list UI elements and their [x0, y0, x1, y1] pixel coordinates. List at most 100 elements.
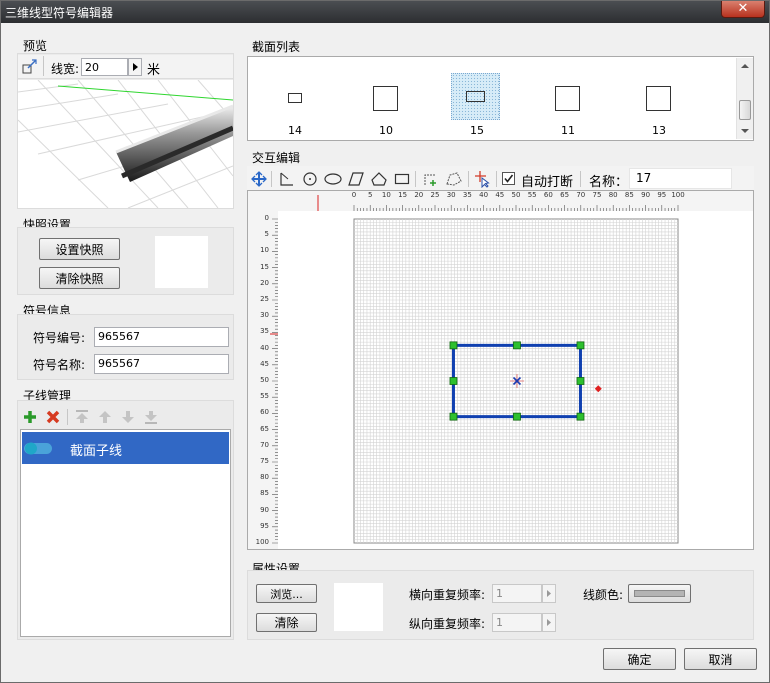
ruler-tick-label: 55: [260, 392, 269, 401]
auto-break-checkbox[interactable]: [502, 172, 515, 185]
anchor-point-icon[interactable]: [474, 170, 490, 188]
select-move-icon[interactable]: [251, 171, 267, 187]
move-up-icon[interactable]: [97, 409, 113, 425]
ruler-tick-label: 65: [560, 191, 570, 199]
ruler-tick-label: 70: [260, 440, 269, 449]
edit-vertex-icon[interactable]: [445, 171, 463, 187]
shape-name-label: 名称：: [589, 175, 629, 190]
line-width-spin-button[interactable]: [128, 58, 142, 76]
draw-polyline-icon[interactable]: [279, 171, 295, 187]
ruler-tick-label: 5: [264, 230, 269, 239]
view-reset-icon[interactable]: [22, 59, 38, 75]
delete-subline-icon[interactable]: [45, 409, 61, 425]
browse-button[interactable]: 浏览...: [256, 584, 317, 603]
line-width-input[interactable]: 20: [81, 58, 128, 76]
scrollbar-thumb[interactable]: [739, 100, 751, 120]
symbol-name-label: 符号名称:: [33, 358, 86, 372]
subline-list-item[interactable]: 截面子线: [22, 432, 229, 464]
texture-preview: [334, 583, 383, 631]
arrow-right-icon: [547, 590, 551, 597]
section-list-scrollbar[interactable]: [736, 58, 753, 139]
section-item-label[interactable]: 11: [561, 124, 575, 137]
ruler-tick-label: 20: [414, 191, 424, 199]
ruler-tick-label: 30: [446, 191, 456, 199]
section-item-selected[interactable]: [451, 73, 500, 120]
ruler-tick-label: 95: [260, 521, 269, 530]
shape-name-input[interactable]: 17: [629, 168, 732, 189]
clear-texture-button[interactable]: 清除: [256, 613, 317, 632]
ruler-tick-label: 50: [511, 191, 521, 199]
draw-ellipse-icon[interactable]: [324, 171, 342, 187]
ruler-tick-label: 100: [671, 191, 685, 199]
h-repeat-input[interactable]: 1: [492, 584, 542, 603]
v-repeat-input[interactable]: 1: [492, 613, 542, 632]
ruler-tick-label: 25: [260, 295, 269, 303]
ruler-tick-label: 85: [624, 191, 634, 199]
section-item-label[interactable]: 14: [288, 124, 302, 137]
ruler-tick-label: 55: [527, 191, 537, 199]
move-down-icon[interactable]: [120, 409, 136, 425]
line-color-button[interactable]: [628, 584, 691, 603]
draw-rectangle-icon[interactable]: [394, 171, 410, 187]
preview-3d-viewport[interactable]: [18, 80, 233, 208]
subline-item-label: 截面子线: [70, 444, 123, 459]
section-item-label[interactable]: 10: [379, 124, 393, 137]
draw-circle-icon[interactable]: [302, 171, 318, 187]
line-color-label: 线颜色:: [583, 588, 624, 602]
ruler-tick-label: 75: [260, 457, 269, 465]
section-list[interactable]: 14 10 15 11 13: [247, 56, 754, 141]
auto-break-label: 自动打断: [521, 175, 574, 190]
ruler-tick-label: 45: [260, 359, 269, 368]
v-repeat-spin-button[interactable]: [542, 613, 556, 632]
ruler-tick-label: 100: [255, 538, 269, 546]
checkmark-icon: [504, 174, 514, 183]
section-item-label[interactable]: 15: [470, 124, 484, 137]
close-button[interactable]: ✕: [721, 1, 765, 18]
ruler-tick-label: 75: [592, 191, 602, 199]
ok-button[interactable]: 确定: [603, 648, 676, 670]
arrow-right-icon: [133, 63, 138, 71]
line-width-label: 线宽:: [51, 62, 80, 76]
arrow-right-icon: [547, 619, 551, 626]
scroll-up-icon[interactable]: [740, 62, 750, 70]
section-item-label[interactable]: 13: [652, 124, 666, 137]
move-top-icon[interactable]: [74, 409, 90, 425]
ruler-tick-label: 35: [462, 191, 472, 199]
ruler-tick-label: 5: [367, 191, 373, 199]
symbol-id-label: 符号编号:: [33, 331, 86, 345]
preview-3d-scene: [18, 80, 233, 208]
tube-line-icon: [24, 442, 52, 455]
move-bottom-icon[interactable]: [143, 409, 159, 425]
h-repeat-spin-button[interactable]: [542, 584, 556, 603]
ruler-tick-label: 80: [608, 191, 618, 199]
ruler-tick-label: 20: [260, 278, 269, 287]
add-subline-icon[interactable]: [22, 409, 38, 425]
ruler-tick-label: 40: [479, 191, 489, 199]
symbol-name-input[interactable]: 965567: [94, 354, 229, 374]
draw-parallelogram-icon[interactable]: [348, 171, 364, 187]
ruler-tick-label: 70: [576, 191, 586, 199]
draw-polygon-icon[interactable]: [371, 171, 387, 187]
edit-canvas[interactable]: 0 0 5 5 10 10 15 15 20 20 25 25 30 30 35 35 40 40 45 45 50 50…: [247, 190, 754, 550]
cancel-button[interactable]: 取消: [684, 648, 757, 670]
v-repeat-label: 纵向重复频率:: [409, 617, 486, 631]
title-bar[interactable]: 三维线型符号编辑器 ✕: [1, 1, 769, 23]
symbol-id-input[interactable]: 965567: [94, 327, 229, 347]
set-snapshot-button[interactable]: 设置快照: [39, 238, 120, 260]
preview-group-label: 预览: [23, 39, 48, 53]
ruler-tick-label: 15: [260, 262, 269, 271]
scroll-down-icon[interactable]: [740, 127, 750, 135]
ruler-tick-label: 0: [351, 191, 357, 199]
ruler-tick-label: 30: [260, 311, 269, 320]
interactive-group-label: 交互编辑: [252, 151, 301, 165]
h-repeat-label: 横向重复频率:: [409, 588, 486, 602]
ruler-tick-label: 0: [264, 214, 269, 222]
ruler-tick-label: 90: [641, 191, 651, 199]
ruler-tick-label: 60: [543, 191, 553, 199]
ruler-tick-label: 65: [260, 424, 269, 433]
clear-snapshot-button[interactable]: 清除快照: [39, 267, 120, 289]
editor-window: 三维线型符号编辑器 ✕ 预览 线宽: 20 米 快照设置 设置快照 清除快照 符…: [0, 0, 770, 683]
ruler-tick-label: 15: [398, 191, 408, 199]
add-vertex-icon[interactable]: [422, 171, 438, 187]
section-list-group-label: 截面列表: [252, 40, 301, 54]
